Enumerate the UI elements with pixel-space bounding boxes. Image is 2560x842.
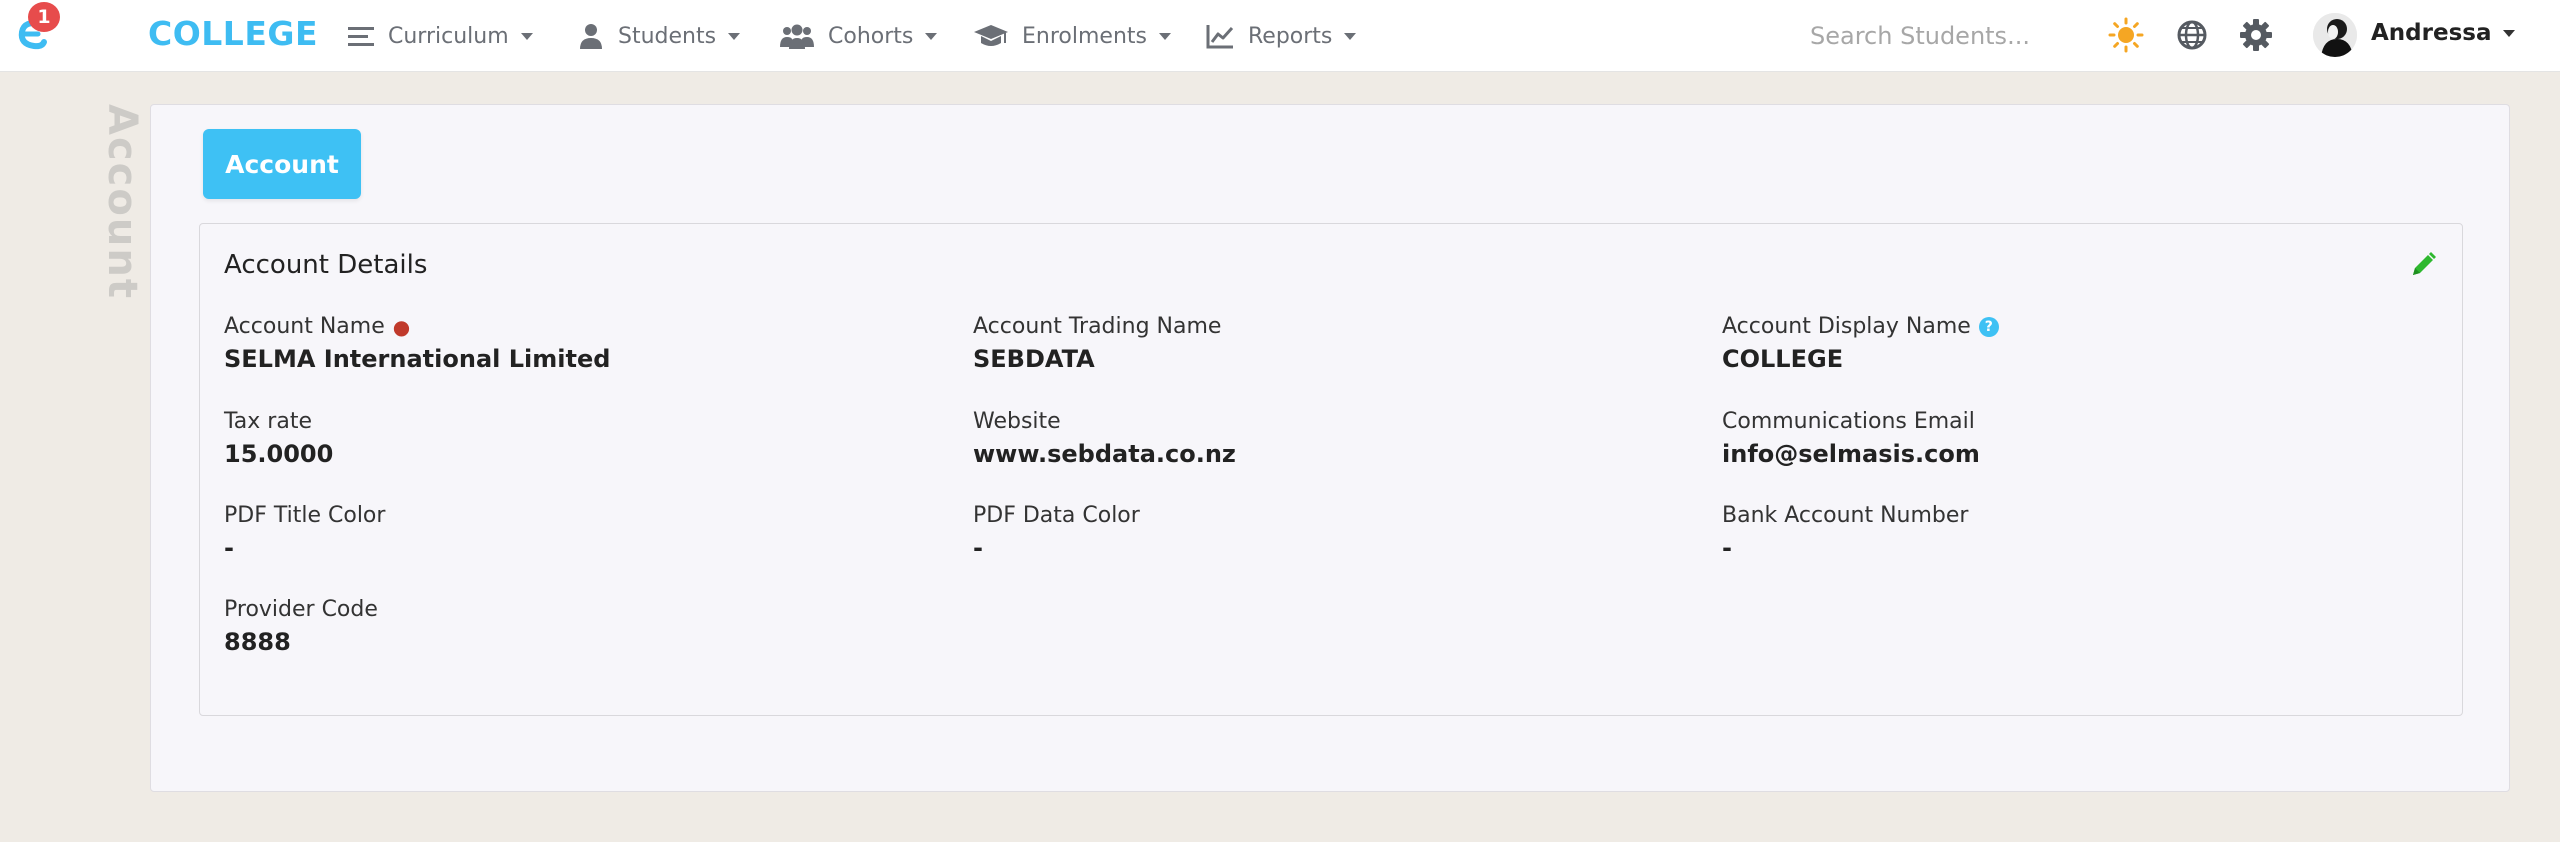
user-menu[interactable]: Andressa bbox=[2371, 20, 2516, 46]
sun-icon[interactable] bbox=[2108, 17, 2144, 53]
users-icon bbox=[780, 24, 814, 49]
nav-cohorts-label: Cohorts bbox=[828, 23, 914, 49]
globe-icon[interactable] bbox=[2174, 17, 2210, 53]
avatar-image bbox=[2313, 13, 2357, 57]
field-label: Account Display Name bbox=[1722, 314, 1971, 339]
field-pdf-data-color: PDF Data Color - bbox=[973, 503, 1140, 562]
brand-name[interactable]: COLLEGE bbox=[148, 14, 318, 53]
pencil-icon[interactable] bbox=[2408, 250, 2438, 280]
field-value: 8888 bbox=[224, 628, 291, 656]
field-label: PDF Title Color bbox=[224, 503, 386, 528]
tab-account[interactable]: Account bbox=[203, 129, 361, 199]
account-details-panel: Account Details Account Name ● SELMA Int… bbox=[199, 223, 2463, 716]
chevron-down-icon bbox=[1344, 32, 1357, 40]
chevron-down-icon bbox=[2503, 29, 2516, 37]
field-website: Website www.sebdata.co.nz bbox=[973, 409, 1236, 468]
field-value: COLLEGE bbox=[1722, 345, 1844, 373]
graduation-cap-icon bbox=[974, 25, 1008, 46]
nav-cohorts[interactable]: Cohorts bbox=[780, 20, 938, 52]
required-icon: ● bbox=[392, 314, 411, 339]
panel-title: Account Details bbox=[224, 250, 428, 280]
nav-curriculum-label: Curriculum bbox=[388, 23, 509, 49]
field-account-trading-name: Account Trading Name SEBDATA bbox=[973, 314, 1221, 373]
account-card: Account Account Details Account Name ● S… bbox=[150, 104, 2510, 792]
field-value: - bbox=[224, 534, 234, 562]
field-bank-account-number: Bank Account Number - bbox=[1722, 503, 1968, 562]
field-label: Bank Account Number bbox=[1722, 503, 1969, 528]
field-label: Account Trading Name bbox=[973, 314, 1222, 339]
field-label: Provider Code bbox=[224, 597, 378, 622]
field-tax-rate: Tax rate 15.0000 bbox=[224, 409, 333, 468]
line-chart-icon bbox=[1206, 25, 1234, 49]
gear-icon[interactable] bbox=[2238, 17, 2274, 53]
field-value: SEBDATA bbox=[973, 345, 1095, 373]
field-label: Communications Email bbox=[1722, 409, 1975, 434]
field-label: Website bbox=[973, 409, 1061, 434]
chevron-down-icon bbox=[1158, 32, 1171, 40]
nav-enrolments-label: Enrolments bbox=[1022, 23, 1147, 49]
field-value: 15.0000 bbox=[224, 440, 334, 468]
top-navbar: 1 COLLEGE Curriculum Students Cohorts En… bbox=[0, 0, 2560, 72]
nav-curriculum[interactable]: Curriculum bbox=[348, 20, 533, 52]
field-provider-code: Provider Code 8888 bbox=[224, 597, 378, 656]
search-input[interactable] bbox=[1810, 18, 2040, 54]
nav-reports[interactable]: Reports bbox=[1206, 20, 1357, 52]
side-section-label: Account bbox=[99, 104, 145, 300]
field-account-name: Account Name ● SELMA International Limit… bbox=[224, 314, 610, 373]
nav-students-label: Students bbox=[618, 23, 717, 49]
chevron-down-icon bbox=[520, 32, 533, 40]
nav-reports-label: Reports bbox=[1248, 23, 1333, 49]
field-account-display-name: Account Display Name ? COLLEGE bbox=[1722, 314, 1999, 373]
nav-enrolments[interactable]: Enrolments bbox=[974, 20, 1171, 52]
chevron-down-icon bbox=[925, 32, 938, 40]
avatar[interactable] bbox=[2313, 13, 2357, 57]
field-pdf-title-color: PDF Title Color - bbox=[224, 503, 385, 562]
field-value: info@selmasis.com bbox=[1722, 440, 1980, 468]
field-value: SELMA International Limited bbox=[224, 345, 611, 373]
notification-badge[interactable]: 1 bbox=[28, 2, 60, 32]
help-icon[interactable]: ? bbox=[1978, 316, 1999, 337]
chevron-down-icon bbox=[728, 32, 741, 40]
list-icon bbox=[348, 27, 374, 46]
field-label: PDF Data Color bbox=[973, 503, 1140, 528]
field-value: - bbox=[973, 534, 983, 562]
nav-students[interactable]: Students bbox=[578, 20, 741, 52]
field-communications-email: Communications Email info@selmasis.com bbox=[1722, 409, 1980, 468]
user-icon bbox=[580, 24, 602, 49]
field-value: - bbox=[1722, 534, 1732, 562]
field-value: www.sebdata.co.nz bbox=[973, 440, 1236, 468]
field-label: Account Name bbox=[224, 314, 385, 339]
field-label: Tax rate bbox=[224, 409, 312, 434]
user-name-label: Andressa bbox=[2371, 20, 2492, 46]
